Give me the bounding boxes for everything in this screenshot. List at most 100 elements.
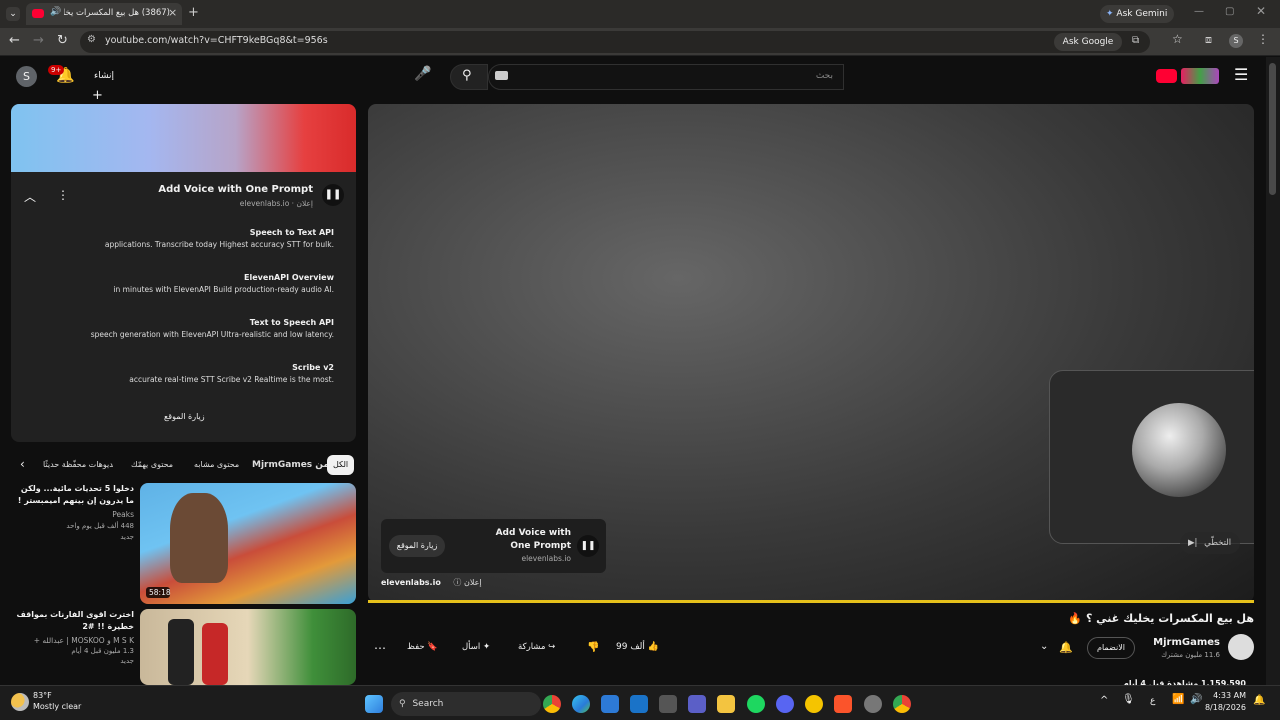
- ad-sponsor: إعلان · elevenlabs.io: [239, 199, 313, 208]
- input-language[interactable]: ع: [1150, 696, 1155, 706]
- chips-prev-icon[interactable]: ‹: [20, 457, 25, 471]
- start-icon[interactable]: [365, 695, 383, 713]
- player-ad-pause-button[interactable]: ❚❚: [577, 535, 599, 557]
- spotify-icon[interactable]: [747, 695, 765, 713]
- outlook-icon[interactable]: [630, 695, 648, 713]
- search-button[interactable]: ⚲: [450, 64, 488, 90]
- bookmark-star-icon[interactable]: ☆: [1172, 32, 1183, 46]
- weather-desc[interactable]: Mostly clear: [33, 702, 81, 711]
- reload-icon[interactable]: ↻: [57, 33, 68, 48]
- orb-graphic: [1132, 403, 1226, 497]
- keyboard-icon[interactable]: [495, 71, 508, 80]
- ask-button[interactable]: اسأل ✦: [462, 642, 490, 652]
- ad-title[interactable]: Add Voice with One Prompt: [158, 184, 313, 195]
- recommendation-item[interactable]: اخترت اقوى الفارنات بمواقف خطيرة !! #2 M…: [14, 609, 134, 665]
- video-thumbnail[interactable]: [140, 609, 356, 685]
- voice-search-icon[interactable]: 🎤: [414, 66, 431, 82]
- join-button[interactable]: الانضمام: [1087, 637, 1135, 659]
- chrome-icon[interactable]: [543, 695, 561, 713]
- collapse-chevron-icon[interactable]: ︿: [24, 188, 36, 205]
- more-actions-icon[interactable]: ⋯: [374, 641, 386, 655]
- scrollbar-thumb[interactable]: [1269, 63, 1276, 195]
- minimize-icon[interactable]: —: [1194, 6, 1204, 17]
- bookmark-icon: 🔖: [427, 642, 438, 652]
- visit-site-link[interactable]: زيارة الموقع: [164, 412, 205, 421]
- clock-date[interactable]: 8/18/2026: [1200, 703, 1246, 712]
- sitelink-item[interactable]: Scribe v2 accurate real-time STT Scribe …: [129, 363, 334, 384]
- sitelink-item[interactable]: ElevenAPI Overview in minutes with Eleve…: [113, 273, 334, 294]
- ask-google-button[interactable]: Ask Google: [1054, 33, 1122, 51]
- recommendation-item[interactable]: دخلوا 5 تحديات مائية... ولكن ما يدرون إن…: [14, 483, 134, 541]
- extensions-icon[interactable]: ⧈: [1205, 33, 1212, 47]
- forward-icon[interactable]: →: [33, 33, 44, 48]
- chip-related[interactable]: محتوى مشابه: [188, 455, 245, 475]
- ad-banner-image[interactable]: [11, 104, 356, 172]
- close-window-icon[interactable]: ✕: [1256, 4, 1266, 18]
- store-icon[interactable]: [601, 695, 619, 713]
- brave-icon[interactable]: [834, 695, 852, 713]
- app3-icon[interactable]: [864, 695, 882, 713]
- back-icon[interactable]: ←: [9, 33, 20, 48]
- tab-list-icon[interactable]: ⌄: [6, 7, 20, 21]
- create-button[interactable]: إنشاء +: [88, 66, 128, 103]
- progress-bar[interactable]: [368, 600, 1254, 603]
- more-options-icon[interactable]: ⋮: [57, 188, 69, 202]
- youtube-logo[interactable]: [1156, 68, 1220, 84]
- edge-icon[interactable]: [572, 695, 590, 713]
- share-button[interactable]: مشاركة ↪: [518, 642, 555, 652]
- chip-more-recent[interactable]: فيديوهات محفّظة حديثًا: [37, 455, 113, 475]
- explorer-icon[interactable]: [717, 695, 735, 713]
- tray-chevron-icon[interactable]: ^: [1100, 695, 1108, 706]
- site-info-icon[interactable]: ⚙: [87, 34, 96, 45]
- wifi-icon[interactable]: 📶: [1172, 694, 1184, 705]
- channel-name[interactable]: MjrmGames: [1150, 637, 1220, 648]
- new-tab-icon[interactable]: +: [188, 5, 199, 20]
- info-icon[interactable]: ⓘ: [453, 578, 461, 587]
- clock-time[interactable]: 4:33 AM: [1210, 691, 1246, 700]
- player-ad-visit-button[interactable]: زيارة الموقع: [389, 535, 445, 557]
- menu-dots-icon[interactable]: ⋮: [1257, 32, 1269, 46]
- upload-age: قبل 4 أيام: [71, 647, 102, 655]
- ad-pause-button[interactable]: ❚❚: [322, 184, 344, 206]
- guide-menu-icon[interactable]: ☰: [1234, 65, 1248, 84]
- sitelink-item[interactable]: Speech to Text API applications. Transcr…: [105, 228, 334, 249]
- weather-temp[interactable]: 83°F: [33, 691, 52, 700]
- video-thumbnail[interactable]: 58:18: [140, 483, 356, 604]
- player-ad-title[interactable]: Add Voice with One Prompt: [479, 527, 571, 553]
- skip-ad-button[interactable]: ▶| التخطّي: [1180, 532, 1240, 554]
- taskbar-search[interactable]: ⚲ Search: [391, 692, 541, 716]
- channel-avatar[interactable]: [1228, 634, 1254, 660]
- discord-icon[interactable]: [776, 695, 794, 713]
- chip-from-channel[interactable]: من MjrmGames: [246, 455, 335, 475]
- subscribe-bell-icon[interactable]: 🔔: [1059, 641, 1073, 654]
- skip-icon: ▶|: [1188, 538, 1198, 548]
- views-count: 448 ألف: [107, 522, 134, 530]
- weather-icon[interactable]: [11, 693, 29, 711]
- browser-tab[interactable]: 🔊 (3867) هل بيع المكسرات يخلـ ×: [26, 3, 182, 25]
- teams-icon[interactable]: [688, 695, 706, 713]
- app2-icon[interactable]: [805, 695, 823, 713]
- audio-icon[interactable]: 🔊: [50, 7, 61, 17]
- url-text[interactable]: youtube.com/watch?v=CHFT9keBGq8&t=956s: [105, 35, 328, 46]
- player-ad-overlay[interactable]: زيارة الموقع Add Voice with One Prompt e…: [381, 519, 606, 573]
- dislike-icon[interactable]: 👎: [587, 642, 599, 653]
- chip-for-you[interactable]: محتوى يهمّك: [125, 455, 179, 475]
- sitelink-item[interactable]: Text to Speech API speech generation wit…: [91, 318, 334, 339]
- account-avatar[interactable]: S: [16, 66, 37, 87]
- chrome-active-icon[interactable]: [893, 695, 911, 713]
- ask-gemini-button[interactable]: ✦ Ask Gemini: [1100, 5, 1174, 23]
- like-button[interactable]: 99 ألف 👍: [616, 642, 659, 652]
- translate-icon[interactable]: ⧉: [1132, 35, 1139, 46]
- profile-avatar[interactable]: S: [1229, 34, 1243, 48]
- omnibox[interactable]: ⚙ youtube.com/watch?v=CHFT9keBGq8&t=956s…: [80, 31, 1150, 53]
- app-icon[interactable]: [659, 695, 677, 713]
- mic-tray-icon[interactable]: 🎙: [1122, 694, 1135, 705]
- chip-all[interactable]: الكل: [327, 455, 355, 475]
- close-tab-icon[interactable]: ×: [168, 6, 177, 19]
- save-button[interactable]: حفظ 🔖: [407, 642, 438, 652]
- maximize-icon[interactable]: ▢: [1225, 6, 1234, 17]
- subscribe-chevron-icon[interactable]: ⌄: [1040, 641, 1048, 652]
- search-input[interactable]: بحث: [488, 64, 844, 90]
- page-scrollbar[interactable]: [1266, 57, 1280, 685]
- notification-center-icon[interactable]: 🔔: [1253, 695, 1265, 706]
